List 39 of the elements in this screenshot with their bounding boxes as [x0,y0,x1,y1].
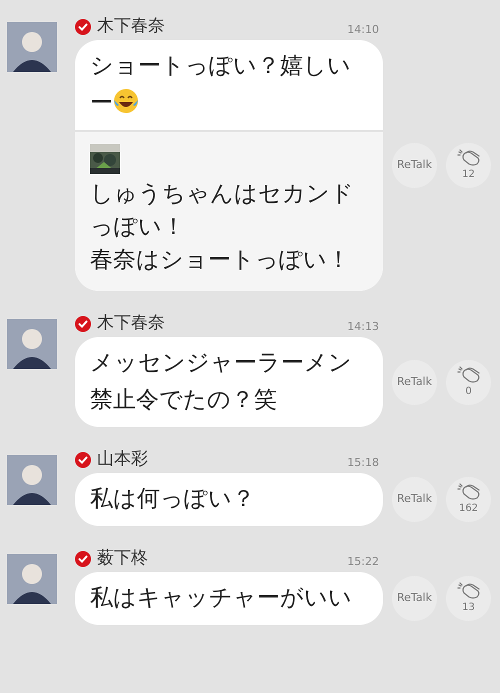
retalk-button[interactable]: ReTalk [392,360,437,404]
avatar [7,554,57,604]
clap-count: 162 [458,502,478,516]
message-text: 私はキャッチャーがいい [89,584,353,613]
clap-count: 13 [462,601,475,615]
quoted-text: しゅうちゃんはセカンドっぽい！ [90,180,355,242]
verified-check-icon [75,316,91,332]
message-text: ショートっぽい？嬉しいー [89,52,352,118]
sender-name: 薮下柊 [97,547,148,570]
clapping-hands-icon [456,366,480,384]
clap-count: 0 [465,384,472,398]
message-time: 15:18 [347,454,379,471]
message-text: 私は何っぽい？ [89,485,256,514]
clapping-hands-icon [456,149,480,167]
message-text: メッセンジャーラーメン禁止令でたの？笑 [89,349,353,415]
sender-name: 木下春奈 [97,15,165,38]
laughing-tears-emoji-icon [113,88,139,114]
sender-name: 木下春奈 [97,312,165,336]
verified-check-icon [75,19,91,35]
clap-count: 12 [462,168,475,182]
message-time: 15:22 [347,554,379,570]
retalk-button[interactable]: ReTalk [392,143,437,188]
clapping-hands-icon [456,582,480,600]
sender-name: 山本彩 [97,448,148,472]
verified-check-icon [75,452,91,468]
message-time: 14:10 [347,22,379,38]
retalk-button[interactable]: ReTalk [392,477,437,522]
clap-button[interactable]: 0 [446,360,491,404]
clap-button[interactable]: 12 [446,143,491,188]
avatar [7,455,57,505]
quoted-text: 春奈はショートっぽい！ [90,246,351,275]
clap-button[interactable]: 13 [446,576,491,621]
message-time: 14:13 [347,318,379,335]
retalk-button[interactable]: ReTalk [392,576,437,621]
avatar [7,22,57,72]
avatar [7,319,57,369]
clap-button[interactable]: 162 [446,477,491,522]
verified-check-icon [75,551,91,567]
clapping-hands-icon [456,483,480,501]
